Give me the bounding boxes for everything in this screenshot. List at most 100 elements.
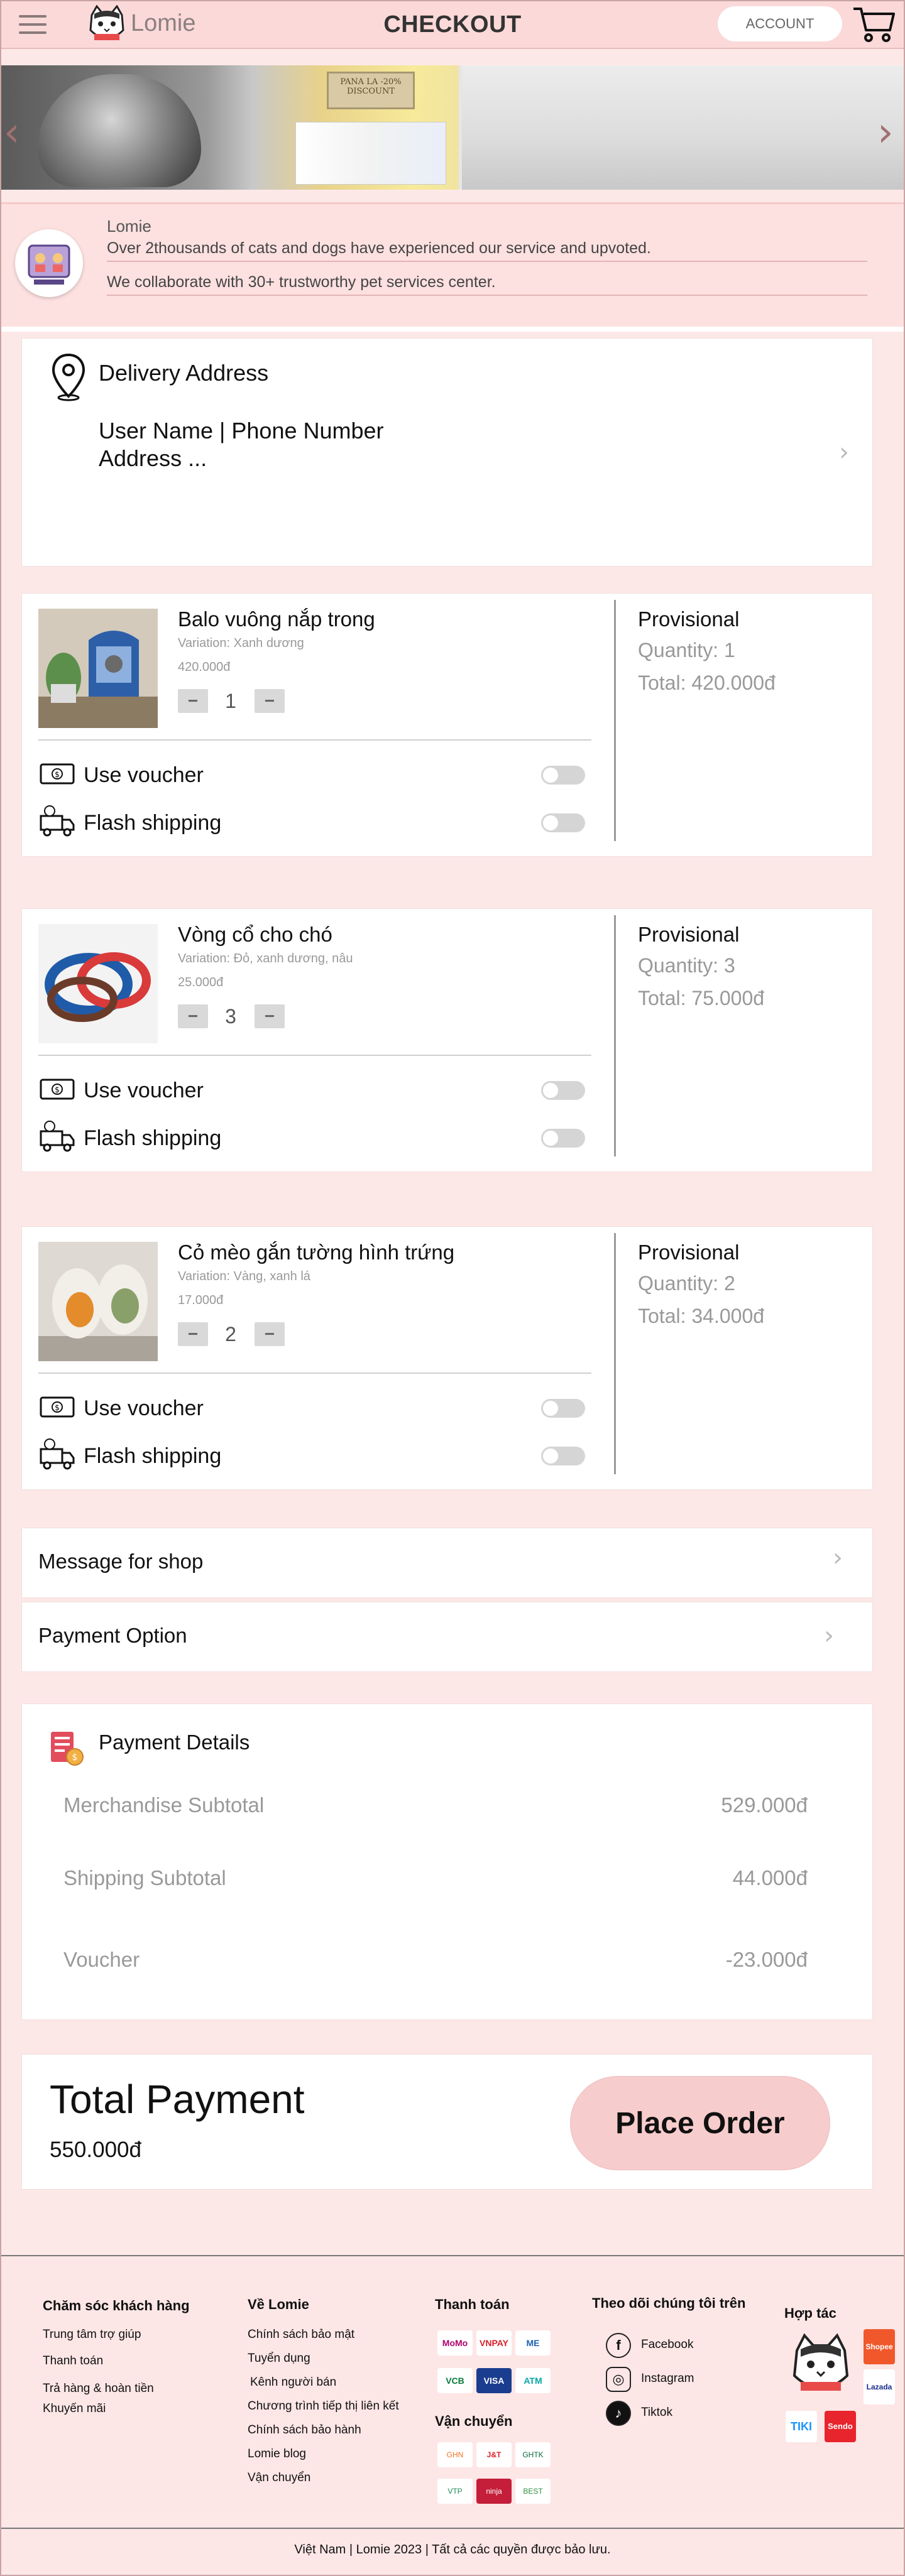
footer-link[interactable]: Trả hàng & hoàn tiền — [43, 2382, 154, 2396]
discount-sign: PANA LA -20% DISCOUNT — [327, 72, 415, 109]
shipping-logo: BEST — [515, 2479, 551, 2504]
quantity-value[interactable]: 2 — [214, 1322, 247, 1346]
info-brand: Lomie — [107, 217, 151, 236]
voucher-toggle[interactable] — [541, 766, 585, 785]
payment-details-title: Payment Details — [99, 1731, 250, 1754]
svg-text:$: $ — [55, 1403, 60, 1412]
product-price: 420.000đ — [178, 660, 231, 674]
place-order-button[interactable]: Place Order — [570, 2076, 830, 2170]
quantity-decrease-button[interactable]: − — [178, 1322, 208, 1346]
lazada-logo[interactable]: Lazada — [864, 2369, 895, 2405]
divider — [38, 739, 591, 741]
momo-logo: MoMo — [437, 2330, 473, 2356]
footer-link[interactable]: Khuyến mãi — [43, 2402, 106, 2416]
social-link[interactable]: Tiktok — [641, 2406, 672, 2420]
product-variation[interactable]: Variation: Vàng, xanh lá — [178, 1269, 310, 1284]
flash-shipping-label: Flash shipping — [84, 811, 222, 835]
flash-shipping-option[interactable]: Flash shipping — [38, 802, 591, 840]
footer-link[interactable]: Chính sách bảo hành — [248, 2423, 361, 2437]
chevron-left-icon[interactable]: ‹ — [4, 109, 20, 156]
payment-option-row[interactable]: Payment Option › — [21, 1602, 873, 1672]
tiki-logo[interactable]: TIKI — [786, 2411, 817, 2442]
header: Lomie CHECKOUT ACCOUNT — [0, 0, 905, 49]
quantity-increase-button[interactable]: − — [255, 1322, 285, 1346]
copyright-text: Việt Nam | Lomie 2023 | Tất cả các quyền… — [294, 2543, 611, 2557]
social-link[interactable]: Facebook — [641, 2338, 693, 2352]
flash-shipping-toggle[interactable] — [541, 1447, 585, 1465]
footer-link[interactable]: Lomie blog — [248, 2447, 306, 2461]
promo-banner[interactable]: PANA LA -20% DISCOUNT ‹ › — [0, 65, 905, 190]
message-for-shop-row[interactable]: Message for shop › — [21, 1528, 873, 1598]
voucher-option[interactable]: $ Use voucher — [38, 1070, 591, 1107]
chevron-right-icon[interactable]: › — [824, 1621, 834, 1650]
flash-shipping-option[interactable]: Flash shipping — [38, 1435, 591, 1473]
divider — [107, 261, 867, 262]
footer-link[interactable]: Chính sách bảo mật — [248, 2328, 354, 2342]
tiktok-icon[interactable]: ♪ — [606, 2401, 631, 2426]
shipping-logo: GHN — [437, 2442, 473, 2467]
merchandise-subtotal-label: Merchandise Subtotal — [63, 1793, 265, 1817]
product-image — [38, 1242, 158, 1361]
footer-col-title: Về Lomie — [248, 2296, 309, 2312]
product-variation[interactable]: Variation: Xanh dương — [178, 636, 304, 651]
voucher-option[interactable]: $ Use voucher — [38, 1388, 591, 1425]
quantity-value[interactable]: 1 — [214, 689, 247, 713]
provisional-quantity: Quantity: 3 — [638, 954, 735, 977]
product-image — [38, 924, 158, 1043]
voucher-toggle[interactable] — [541, 1399, 585, 1418]
shipping-logo: ninja — [476, 2479, 512, 2504]
visa-logo: VISA — [476, 2368, 512, 2393]
flash-shipping-toggle[interactable] — [541, 813, 585, 832]
quantity-decrease-button[interactable]: − — [178, 689, 208, 713]
info-line: We collaborate with 30+ trustworthy pet … — [107, 273, 496, 291]
footer-link[interactable]: Chương trình tiếp thị liên kết — [248, 2399, 399, 2413]
address-user: User Name | Phone Number — [99, 418, 384, 443]
product-variation[interactable]: Variation: Đỏ, xanh dương, nâu — [178, 952, 353, 966]
vnpay-logo: VNPAY — [476, 2330, 512, 2356]
instagram-icon[interactable]: ◎ — [606, 2367, 631, 2392]
provisional-total: Total: 420.000đ — [638, 671, 776, 694]
voucher-icon: $ — [40, 1079, 75, 1100]
account-button[interactable]: ACCOUNT — [718, 6, 842, 41]
sendo-logo[interactable]: Sendo — [825, 2411, 856, 2442]
voucher-icon: $ — [40, 763, 75, 785]
footer-link[interactable]: Tuyển dụng — [248, 2352, 310, 2366]
product-card: Cỏ mèo gắn tường hình trứng Variation: V… — [21, 1226, 873, 1490]
shopee-logo[interactable]: Shopee — [864, 2329, 895, 2364]
footer-link[interactable]: Trung tâm trợ giúp — [43, 2328, 141, 2342]
location-pin-icon — [52, 353, 85, 401]
voucher-discount-value: -23.000đ — [725, 1948, 808, 1971]
chevron-right-icon[interactable]: › — [833, 1543, 843, 1572]
footer-col-title: Vận chuyển — [435, 2413, 513, 2429]
cat-mascot-icon — [793, 2333, 849, 2391]
cart-icon[interactable] — [852, 5, 896, 44]
shipping-logo: GHTK — [515, 2442, 551, 2467]
footer-link[interactable]: Thanh toán — [43, 2354, 103, 2368]
quantity-increase-button[interactable]: − — [255, 689, 285, 713]
delivery-address-card[interactable]: Delivery Address User Name | Phone Numbe… — [21, 338, 873, 567]
delivery-truck-icon — [40, 805, 75, 837]
divider — [614, 600, 616, 841]
banner-slide-right — [462, 65, 905, 190]
quantity-increase-button[interactable]: − — [255, 1004, 285, 1028]
footer-link[interactable]: Vận chuyển — [248, 2471, 310, 2485]
voucher-option[interactable]: $ Use voucher — [38, 754, 591, 792]
svg-text:$: $ — [55, 770, 60, 779]
provisional-quantity: Quantity: 2 — [638, 1272, 735, 1295]
quantity-value[interactable]: 3 — [214, 1004, 247, 1028]
atm-logo: ATM — [515, 2368, 551, 2393]
flash-shipping-toggle[interactable] — [541, 1129, 585, 1148]
info-line: Over 2thousands of cats and dogs have ex… — [107, 239, 651, 257]
chevron-right-icon[interactable]: › — [877, 109, 894, 156]
voucher-toggle[interactable] — [541, 1081, 585, 1100]
product-photo — [295, 122, 446, 185]
quantity-decrease-button[interactable]: − — [178, 1004, 208, 1028]
flash-shipping-option[interactable]: Flash shipping — [38, 1117, 591, 1155]
facebook-icon[interactable]: f — [606, 2333, 631, 2358]
social-link[interactable]: Instagram — [641, 2372, 694, 2386]
footer-col-title: Theo dõi chúng tôi trên — [592, 2295, 746, 2311]
footer-link[interactable]: Kênh người bán — [250, 2376, 336, 2389]
chevron-right-icon[interactable]: › — [839, 438, 849, 467]
product-name: Cỏ mèo gắn tường hình trứng — [178, 1241, 455, 1264]
delivery-truck-icon — [40, 1438, 75, 1470]
